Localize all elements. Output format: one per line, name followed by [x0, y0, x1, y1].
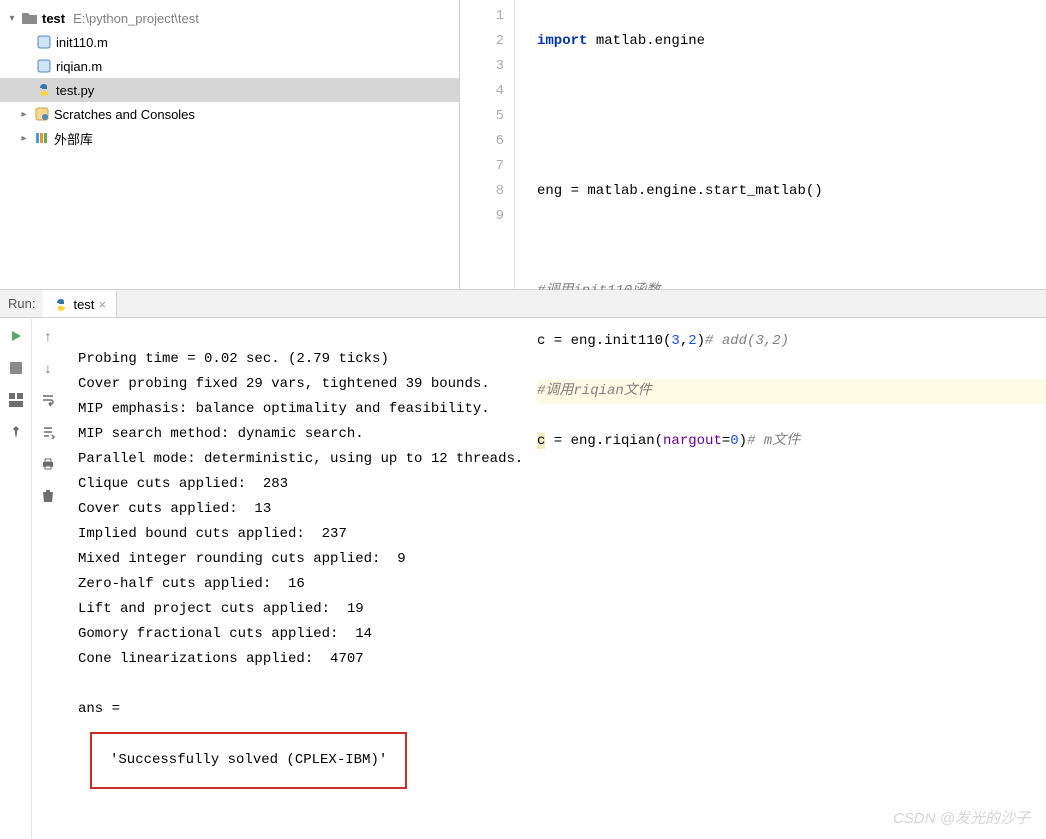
ans-value: 'Successfully solved (CPLEX-IBM)' [110, 752, 387, 768]
run-toolbar-left [0, 318, 32, 839]
console-line: Probing time = 0.02 sec. (2.79 ticks) [78, 351, 389, 367]
project-root-row[interactable]: ▾ test E:\python_project\test [0, 6, 459, 30]
run-tab-label: test [73, 297, 94, 312]
down-arrow-icon[interactable]: ↓ [38, 358, 58, 378]
python-file-icon [53, 297, 69, 313]
folder-icon [22, 10, 38, 26]
python-file-icon [36, 82, 52, 98]
soft-wrap-icon[interactable] [38, 390, 58, 410]
project-tree: ▾ test E:\python_project\test init110.m … [0, 0, 460, 289]
console-line: Mixed integer rounding cuts applied: 9 [78, 551, 406, 567]
editor-gutter: 1 2 3 4 5 6 7 8 9 [460, 0, 515, 289]
console-line: Parallel mode: deterministic, using up t… [78, 451, 523, 467]
run-header: Run: test × [0, 290, 1046, 318]
up-arrow-icon[interactable]: ↑ [38, 326, 58, 346]
console-line: MIP emphasis: balance optimality and fea… [78, 401, 490, 417]
console-line: Cover cuts applied: 13 [78, 501, 271, 517]
project-path: E:\python_project\test [73, 11, 199, 26]
code-editor[interactable]: 1 2 3 4 5 6 7 8 9 import matlab.engine e… [460, 0, 1046, 289]
console-line: Clique cuts applied: 283 [78, 476, 288, 492]
console-line: Cone linearizations applied: 4707 [78, 651, 364, 667]
chevron-down-icon: ▾ [6, 13, 18, 24]
console-line: Lift and project cuts applied: 19 [78, 601, 364, 617]
run-button[interactable] [6, 326, 26, 346]
external-label: 外部库 [54, 129, 93, 148]
matlab-file-icon [36, 34, 52, 50]
file-row-init110[interactable]: init110.m [0, 30, 459, 54]
console-output[interactable]: Probing time = 0.02 sec. (2.79 ticks) Co… [64, 318, 1046, 839]
console-line: MIP search method: dynamic search. [78, 426, 364, 442]
layout-button[interactable] [6, 390, 26, 410]
file-label: test.py [56, 83, 94, 98]
external-lib-icon [34, 130, 50, 146]
external-row[interactable]: ▸ 外部库 [0, 126, 459, 150]
run-label: Run: [0, 296, 43, 311]
stop-button[interactable] [6, 358, 26, 378]
matlab-file-icon [36, 58, 52, 74]
file-label: riqian.m [56, 59, 102, 74]
console-line: Gomory fractional cuts applied: 14 [78, 626, 372, 642]
pin-button[interactable] [6, 422, 26, 442]
run-panel: Run: test × ↑ ↓ [0, 290, 1046, 839]
console-line: Cover probing fixed 29 vars, tightened 3… [78, 376, 490, 392]
watermark: CSDN @发光的沙子 [893, 806, 1030, 831]
file-row-riqian[interactable]: riqian.m [0, 54, 459, 78]
scratches-label: Scratches and Consoles [54, 107, 195, 122]
scratches-icon [34, 106, 50, 122]
editor-code[interactable]: import matlab.engine eng = matlab.engine… [515, 0, 1046, 289]
ans-box: 'Successfully solved (CPLEX-IBM)' [90, 732, 407, 789]
file-label: init110.m [56, 35, 108, 50]
chevron-right-icon: ▸ [18, 133, 30, 144]
close-icon[interactable]: × [98, 297, 106, 312]
project-name: test [42, 11, 65, 26]
trash-icon[interactable] [38, 486, 58, 506]
scroll-icon[interactable] [38, 422, 58, 442]
chevron-right-icon: ▸ [18, 109, 30, 120]
run-toolbar-right: ↑ ↓ [32, 318, 64, 839]
file-row-testpy[interactable]: test.py [0, 78, 459, 102]
console-line: Implied bound cuts applied: 237 [78, 526, 347, 542]
run-tab[interactable]: test × [43, 290, 117, 317]
print-icon[interactable] [38, 454, 58, 474]
scratches-row[interactable]: ▸ Scratches and Consoles [0, 102, 459, 126]
ans-label: ans = [78, 701, 120, 717]
console-line: Zero-half cuts applied: 16 [78, 576, 305, 592]
